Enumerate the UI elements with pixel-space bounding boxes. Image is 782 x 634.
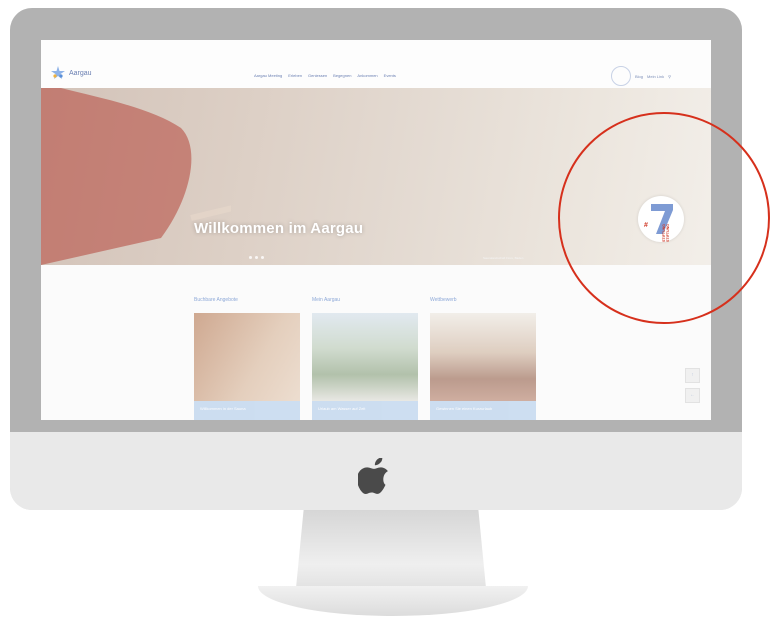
section-heading-wettbewerb: Wettbewerb [430, 297, 457, 303]
section-heading-angebote: Buchbare Angebote [194, 297, 238, 303]
card-label-text: Willkommen in der Sauna [200, 406, 246, 411]
nav-item-begegnen[interactable]: Begegnen [333, 73, 351, 78]
nav-blog-link[interactable]: Blog [635, 74, 643, 79]
nav-item-erleben[interactable]: Erleben [288, 73, 302, 78]
main-navigation: Aargau Meeting Erleben Geniessen Begegne… [254, 73, 396, 78]
card-image-sauna [194, 313, 300, 401]
nav-item-events[interactable]: Events [384, 73, 396, 78]
card-angebote[interactable]: Willkommen in der Sauna [194, 313, 300, 420]
hero-sauna-figure [41, 88, 231, 265]
header-utility: Blog Mein Link ⚲ [611, 66, 671, 86]
card-mein-aargau[interactable]: Urlaub am Wasser auf Zeit [312, 313, 418, 420]
card-image-village [312, 313, 418, 401]
card-label-text: Gewinnen Sie einen Kurzurlaub [436, 406, 493, 411]
header-badge-icon[interactable] [611, 66, 631, 86]
scroll-up-button[interactable]: ↑ [685, 368, 700, 383]
brand-name: Aargau [69, 69, 92, 77]
card-label-bar: Willkommen in der Sauna [194, 401, 300, 420]
card-label-bar: Gewinnen Sie einen Kurzurlaub [430, 401, 536, 420]
search-icon[interactable]: ⚲ [668, 74, 671, 79]
card-label-text: Urlaub am Wasser auf Zeit [318, 406, 366, 411]
back-button[interactable]: ← [685, 388, 700, 403]
imac-stand-foot [258, 586, 528, 616]
apple-logo-icon [358, 458, 388, 494]
badge-hash: # [644, 222, 648, 229]
stiftung-badge: # STIFTUNG STIFTUNG [638, 196, 684, 242]
hero-carousel-dots[interactable] [249, 256, 264, 259]
site-brand[interactable]: Aargau [51, 66, 92, 80]
nav-item-geniessen[interactable]: Geniessen [308, 73, 327, 78]
card-label-bar: Urlaub am Wasser auf Zeit [312, 401, 418, 420]
hero-credit: Saunalandschaft Fiore, Baden [483, 256, 524, 260]
imac-stand-neck [296, 510, 486, 588]
nav-mein-link[interactable]: Mein Link [647, 74, 664, 79]
card-image-interior [430, 313, 536, 401]
aargau-star-logo-icon [51, 66, 65, 79]
hero-title: Willkommen im Aargau [194, 220, 364, 237]
section-heading-mein-aargau: Mein Aargau [312, 297, 341, 303]
badge-text: STIFTUNG STIFTUNG [662, 224, 670, 242]
nav-item-aargau-meeting[interactable]: Aargau Meeting [254, 73, 282, 78]
nav-item-ankommen[interactable]: Ankommen [357, 73, 377, 78]
card-wettbewerb[interactable]: Gewinnen Sie einen Kurzurlaub [430, 313, 536, 420]
